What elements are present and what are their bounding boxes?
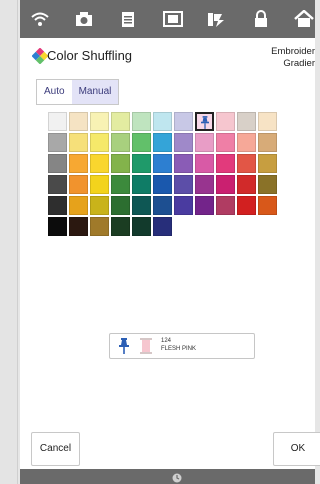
- color-swatch[interactable]: [153, 217, 172, 236]
- color-swatch[interactable]: [174, 154, 193, 173]
- color-swatch[interactable]: [111, 196, 130, 215]
- tab-auto[interactable]: Auto: [37, 80, 72, 104]
- color-swatch[interactable]: [48, 196, 67, 215]
- color-swatch[interactable]: [216, 154, 235, 173]
- selected-thread-info: 124 FLESH PINK: [109, 333, 255, 359]
- color-swatch[interactable]: [111, 112, 130, 131]
- color-swatch[interactable]: [258, 112, 277, 131]
- help-icon[interactable]: [161, 8, 185, 30]
- color-swatch[interactable]: [90, 133, 109, 152]
- color-swatch[interactable]: [258, 154, 277, 173]
- top-toolbar: [20, 0, 315, 38]
- wifi-icon[interactable]: [28, 8, 52, 30]
- clock-icon: [172, 473, 182, 483]
- color-swatch[interactable]: [216, 196, 235, 215]
- thread-number: 124: [161, 338, 172, 344]
- pin-icon: [119, 338, 129, 354]
- color-swatch[interactable]: [237, 154, 256, 173]
- camera-icon[interactable]: [72, 8, 96, 30]
- color-swatch[interactable]: [174, 196, 193, 215]
- subtitle-line-2: Gradier: [283, 58, 315, 69]
- color-swatch[interactable]: [111, 175, 130, 194]
- color-swatch[interactable]: [132, 133, 151, 152]
- color-swatch[interactable]: [132, 217, 151, 236]
- color-swatch[interactable]: [195, 175, 214, 194]
- color-swatch[interactable]: [174, 133, 193, 152]
- color-swatch[interactable]: [216, 175, 235, 194]
- color-swatch[interactable]: [258, 175, 277, 194]
- color-swatch[interactable]: [111, 217, 130, 236]
- device-bezel: [0, 0, 18, 484]
- color-swatch[interactable]: [237, 175, 256, 194]
- thread-spool-icon: [140, 338, 152, 354]
- color-swatch[interactable]: [90, 112, 109, 131]
- thread-name: FLESH PINK: [161, 346, 197, 352]
- cancel-button[interactable]: Cancel: [31, 432, 80, 466]
- color-swatch[interactable]: [195, 133, 214, 152]
- color-swatch[interactable]: [174, 175, 193, 194]
- color-swatch[interactable]: [195, 154, 214, 173]
- color-swatch[interactable]: [237, 133, 256, 152]
- color-swatch[interactable]: [69, 175, 88, 194]
- color-swatch[interactable]: [237, 112, 256, 131]
- color-swatch[interactable]: [48, 217, 67, 236]
- color-swatch[interactable]: [69, 133, 88, 152]
- color-swatch[interactable]: [132, 175, 151, 194]
- color-shuffling-screen: Color Shuffling Embroider Gradier Auto M…: [20, 38, 320, 469]
- color-swatch[interactable]: [153, 133, 172, 152]
- color-swatch[interactable]: [90, 217, 109, 236]
- color-swatch[interactable]: [48, 175, 67, 194]
- color-swatch[interactable]: [258, 196, 277, 215]
- color-swatch[interactable]: [195, 112, 214, 131]
- color-swatch[interactable]: [153, 196, 172, 215]
- color-swatch[interactable]: [48, 112, 67, 131]
- color-swatch[interactable]: [111, 154, 130, 173]
- color-swatch[interactable]: [69, 154, 88, 173]
- subtitle-line-1: Embroider: [271, 46, 315, 57]
- color-swatch[interactable]: [216, 112, 235, 131]
- thread-change-icon[interactable]: [204, 8, 228, 30]
- color-swatch[interactable]: [153, 175, 172, 194]
- page-title: Color Shuffling: [47, 48, 133, 63]
- tab-manual[interactable]: Manual: [71, 80, 119, 104]
- color-swatch[interactable]: [237, 196, 256, 215]
- color-swatch[interactable]: [153, 154, 172, 173]
- color-swatch[interactable]: [132, 196, 151, 215]
- lock-icon[interactable]: [249, 8, 273, 30]
- color-swatch[interactable]: [195, 196, 214, 215]
- color-swatch[interactable]: [90, 154, 109, 173]
- mode-subtitle: Embroider Gradier: [271, 46, 315, 70]
- color-swatch[interactable]: [69, 217, 88, 236]
- color-swatch[interactable]: [132, 112, 151, 131]
- mode-toggle: Auto Manual: [36, 79, 120, 105]
- color-swatch[interactable]: [48, 133, 67, 152]
- home-icon[interactable]: [292, 8, 316, 30]
- color-swatch[interactable]: [216, 133, 235, 152]
- pin-icon: [201, 116, 209, 129]
- bottom-bar: [20, 469, 315, 484]
- color-swatch[interactable]: [69, 112, 88, 131]
- color-swatch[interactable]: [90, 196, 109, 215]
- color-swatch[interactable]: [174, 112, 193, 131]
- color-swatch[interactable]: [90, 175, 109, 194]
- color-swatch[interactable]: [258, 133, 277, 152]
- color-swatch[interactable]: [111, 133, 130, 152]
- color-shuffling-logo-icon: [32, 48, 48, 64]
- color-swatch[interactable]: [153, 112, 172, 131]
- document-icon[interactable]: [116, 8, 140, 30]
- ok-button[interactable]: OK: [273, 432, 320, 466]
- color-swatch[interactable]: [48, 154, 67, 173]
- color-swatch[interactable]: [69, 196, 88, 215]
- color-swatch[interactable]: [132, 154, 151, 173]
